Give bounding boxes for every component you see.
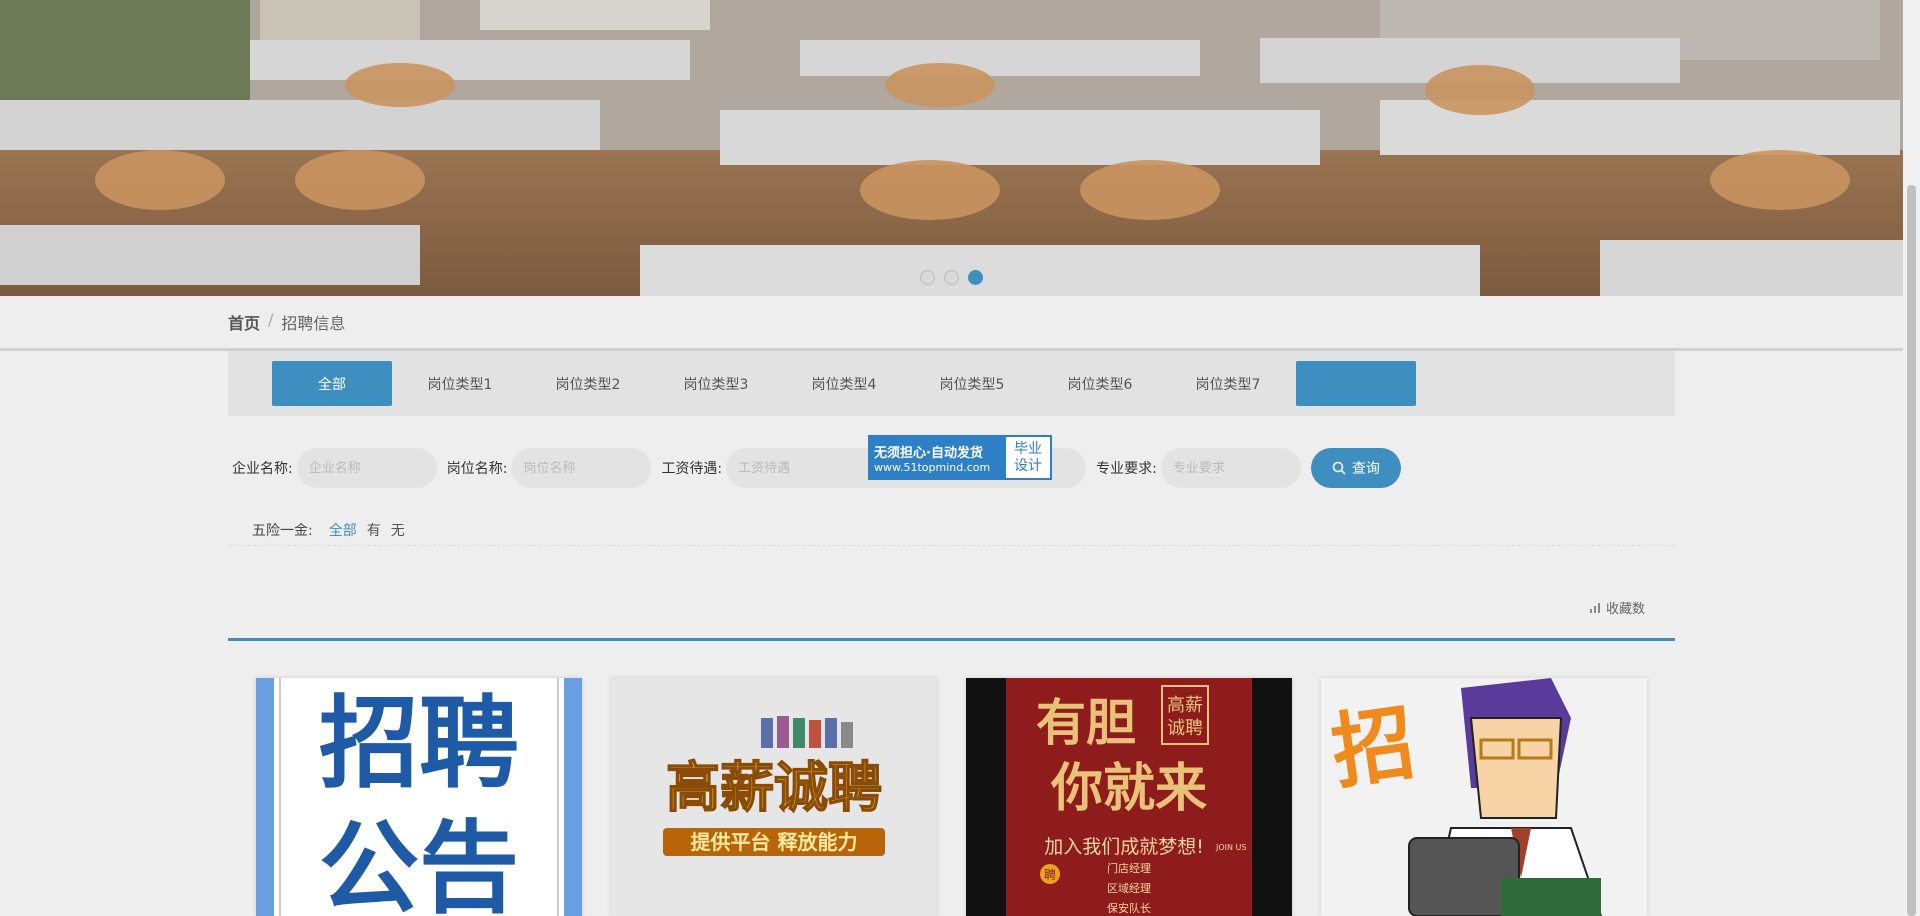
breadcrumb: 首页 / 招聘信息	[228, 310, 345, 334]
company-input[interactable]	[296, 448, 437, 488]
card-2-text1: 高薪诚聘	[666, 756, 882, 819]
card-3-role2: 区域经理	[1107, 882, 1151, 895]
job-card-image: 高薪诚聘 提供平台 释放能力	[611, 678, 937, 916]
card-1-text1: 招聘	[319, 685, 519, 802]
search-row: 企业名称: 岗位名称: 工资待遇: 专业要求: 查询	[232, 448, 1401, 488]
carousel-dot[interactable]	[944, 270, 959, 285]
tab-type-8[interactable]	[1296, 361, 1416, 406]
salary-label: 工资待遇:	[661, 461, 723, 477]
card-3-badge2: 诚聘	[1167, 718, 1203, 739]
major-input[interactable]	[1160, 448, 1301, 488]
card-3-slogan: 加入我们成就梦想!	[1044, 836, 1204, 858]
card-3-tag: JOIN US	[1215, 843, 1246, 852]
job-card[interactable]: 有胆 高薪 诚聘 你就来 加入我们成就梦想! JOIN US 聘 门店经理 区域…	[966, 678, 1292, 916]
watermark-line2: www.51topmind.com	[874, 460, 991, 474]
tab-type-7[interactable]: 岗位类型7	[1168, 361, 1288, 406]
job-card-image: 招聘 公告	[256, 678, 582, 916]
card-2-text2: 提供平台 释放能力	[691, 830, 858, 854]
sort-label: 收藏数	[1605, 602, 1645, 617]
card-3-role1: 门店经理	[1107, 861, 1151, 875]
tab-type-5[interactable]: 岗位类型5	[912, 361, 1032, 406]
breadcrumb-separator: /	[268, 310, 274, 329]
watermark-left: 无须担心·自动发货 www.51topmind.com	[870, 437, 1006, 478]
job-card[interactable]: 招聘 公告	[256, 678, 582, 916]
carousel-dot-active[interactable]	[968, 270, 983, 285]
breadcrumb-current: 招聘信息	[281, 314, 346, 333]
watermark-badge: 无须担心·自动发货 www.51topmind.com 毕业 设计	[868, 435, 1052, 480]
tab-type-3[interactable]: 岗位类型3	[656, 361, 776, 406]
category-tabs: 全部 岗位类型1 岗位类型2 岗位类型3 岗位类型4 岗位类型5 岗位类型6 岗…	[228, 351, 1675, 416]
search-icon	[1332, 461, 1346, 475]
card-3-text2: 你就来	[1050, 758, 1207, 819]
card-4-text1: 招	[1326, 696, 1420, 801]
card-3-badge1: 高薪	[1167, 695, 1203, 716]
breadcrumb-bar: 首页 / 招聘信息	[0, 296, 1903, 351]
card-3-role3: 保安队长	[1107, 901, 1151, 915]
watermark-right: 毕业 设计	[1006, 437, 1050, 478]
position-label: 岗位名称:	[446, 461, 508, 477]
watermark-right2: 设计	[1014, 457, 1042, 474]
watermark-line1: 无须担心·自动发货	[874, 445, 983, 461]
chart-icon	[1589, 602, 1600, 613]
tab-type-2[interactable]: 岗位类型2	[528, 361, 648, 406]
search-button[interactable]: 查询	[1310, 448, 1401, 488]
filter-option-yes[interactable]: 有	[367, 520, 381, 540]
position-input[interactable]	[511, 448, 652, 488]
card-3-mark: 聘	[1044, 868, 1056, 882]
breadcrumb-home[interactable]: 首页	[228, 310, 260, 334]
filter-option-all[interactable]: 全部	[329, 520, 357, 540]
card-1-text2: 公告	[319, 810, 519, 916]
job-card[interactable]: 高薪诚聘 提供平台 释放能力	[611, 678, 937, 916]
carousel-dot[interactable]	[920, 270, 935, 285]
hero-banner[interactable]	[0, 0, 1903, 296]
sort-by-favorites[interactable]: 收藏数	[1589, 598, 1645, 617]
tab-type-1[interactable]: 岗位类型1	[400, 361, 520, 406]
job-card-image: 招	[1321, 678, 1647, 916]
classroom-photo	[0, 0, 1903, 296]
job-card-list: 招聘 公告 高薪诚聘 提供平台 释放能力 有胆 高薪 诚聘 你就来 加入我们成就…	[256, 678, 1656, 916]
scrollbar-thumb[interactable]	[1907, 185, 1916, 916]
page-scrollbar[interactable]	[1903, 0, 1920, 916]
company-label: 企业名称:	[232, 461, 293, 477]
carousel-dots	[0, 270, 1903, 285]
major-label: 专业要求:	[1096, 461, 1157, 477]
tab-type-6[interactable]: 岗位类型6	[1040, 361, 1160, 406]
card-3-text1: 有胆	[1036, 693, 1136, 752]
job-card[interactable]: 招	[1321, 678, 1647, 916]
tab-all[interactable]: 全部	[272, 361, 392, 406]
tab-type-4[interactable]: 岗位类型4	[784, 361, 904, 406]
filter-option-no[interactable]: 无	[391, 520, 405, 540]
insurance-filter-label: 五险一金:	[252, 523, 313, 539]
job-card-image: 有胆 高薪 诚聘 你就来 加入我们成就梦想! JOIN US 聘 门店经理 区域…	[966, 678, 1292, 916]
insurance-filter: 五险一金: 全部 有 无	[228, 515, 1675, 546]
watermark-right1: 毕业	[1014, 440, 1042, 457]
sort-bar: 收藏数	[228, 590, 1675, 641]
search-button-label: 查询	[1351, 460, 1380, 476]
